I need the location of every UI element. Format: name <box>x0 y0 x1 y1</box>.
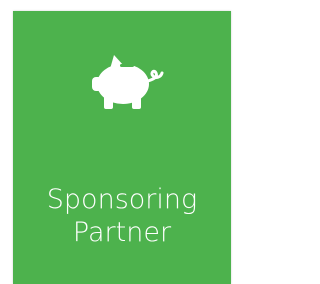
tile-label-line1: Sponsoring <box>46 184 198 215</box>
tile-label-line2: Partner <box>72 217 172 248</box>
tile-label: Sponsoring Partner <box>13 183 231 249</box>
sponsoring-partner-tile[interactable]: Sponsoring Partner <box>13 11 231 284</box>
piggy-bank-icon <box>90 49 166 113</box>
page: Sponsoring Partner <box>0 0 241 284</box>
